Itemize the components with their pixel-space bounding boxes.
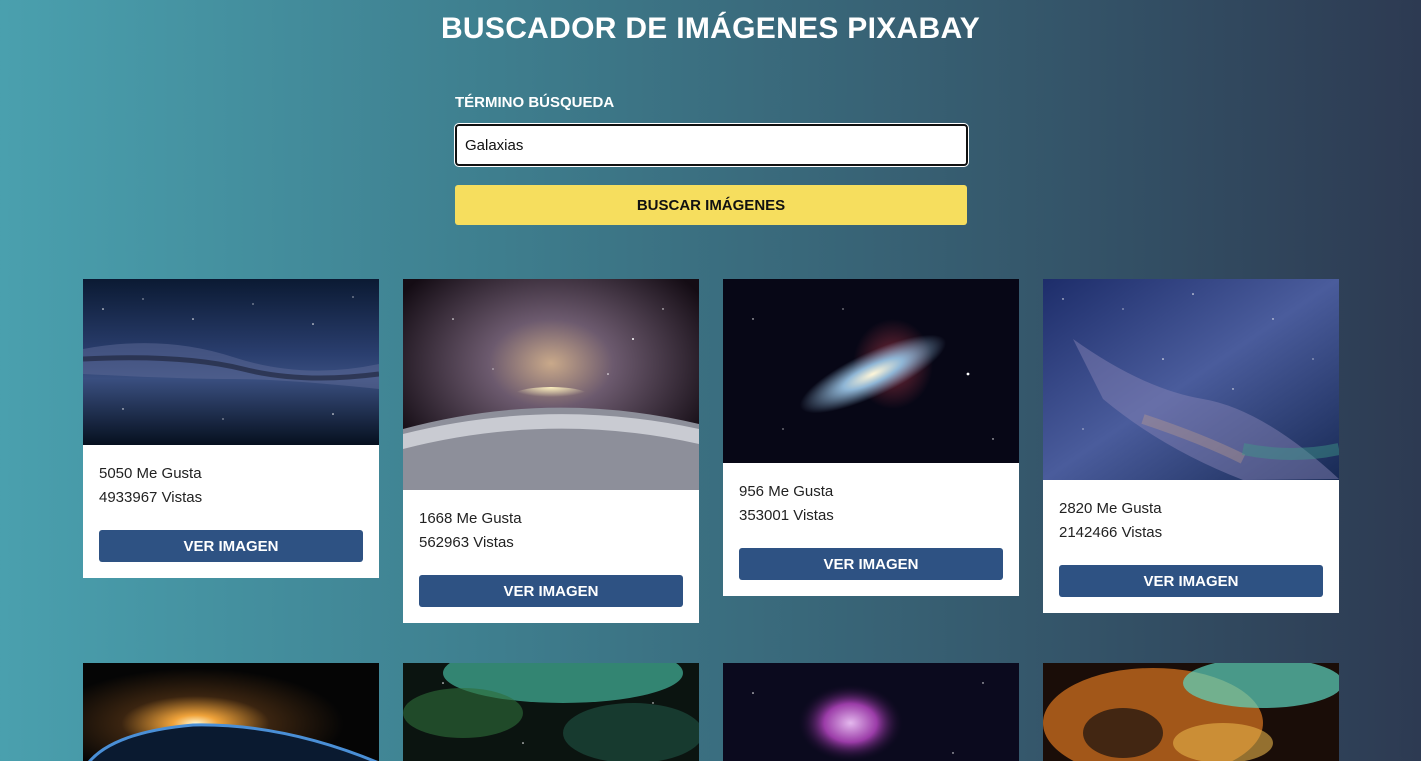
- search-form: TÉRMINO BÚSQUEDA BUSCAR IMÁGENES: [454, 94, 969, 225]
- orange-nebula-image[interactable]: [1043, 663, 1339, 761]
- views-count: 4933967 Vistas: [99, 489, 203, 506]
- result-card: 956 Me Gusta 353001 Vistas VER IMAGEN: [723, 279, 1019, 596]
- view-image-button[interactable]: VER IMAGEN: [739, 548, 1003, 580]
- page-title: BUSCADOR DE IMÁGENES PIXABAY: [440, 12, 981, 45]
- starfield-nebula-image[interactable]: [1043, 279, 1339, 480]
- result-card: 5050 Me Gusta 4933967 Vistas VER IMAGEN: [83, 279, 379, 578]
- views-count: 562963 Vistas: [419, 534, 514, 551]
- views-count: 353001 Vistas: [739, 507, 834, 524]
- result-card: 2820 Me Gusta 2142466 Vistas VER IMAGEN: [1043, 279, 1339, 613]
- green-nebula-image[interactable]: [403, 663, 699, 761]
- view-image-button[interactable]: VER IMAGEN: [99, 530, 363, 562]
- likes-count: 956 Me Gusta: [739, 483, 834, 500]
- results-grid: 5050 Me Gusta 4933967 Vistas VER IMAGEN: [83, 279, 1339, 761]
- spiral-galaxy-image[interactable]: [723, 279, 1019, 463]
- view-image-button[interactable]: VER IMAGEN: [419, 575, 683, 607]
- result-card: [1043, 663, 1339, 761]
- milky-way-image[interactable]: [83, 279, 379, 445]
- views-count: 2142466 Vistas: [1059, 524, 1163, 541]
- search-input[interactable]: [454, 123, 969, 167]
- result-card: [403, 663, 699, 761]
- result-card: [723, 663, 1019, 761]
- search-images-button[interactable]: BUSCAR IMÁGENES: [455, 185, 967, 225]
- planet-horizon-galaxy-image[interactable]: [403, 279, 699, 490]
- purple-nebula-image[interactable]: [723, 663, 1019, 761]
- result-card: [83, 663, 379, 761]
- likes-count: 5050 Me Gusta: [99, 465, 202, 482]
- view-image-button[interactable]: VER IMAGEN: [1059, 565, 1323, 597]
- likes-count: 1668 Me Gusta: [419, 510, 522, 527]
- search-term-label: TÉRMINO BÚSQUEDA: [455, 94, 615, 111]
- likes-count: 2820 Me Gusta: [1059, 500, 1162, 517]
- sunrise-over-earth-image[interactable]: [83, 663, 379, 761]
- result-card: 1668 Me Gusta 562963 Vistas VER IMAGEN: [403, 279, 699, 623]
